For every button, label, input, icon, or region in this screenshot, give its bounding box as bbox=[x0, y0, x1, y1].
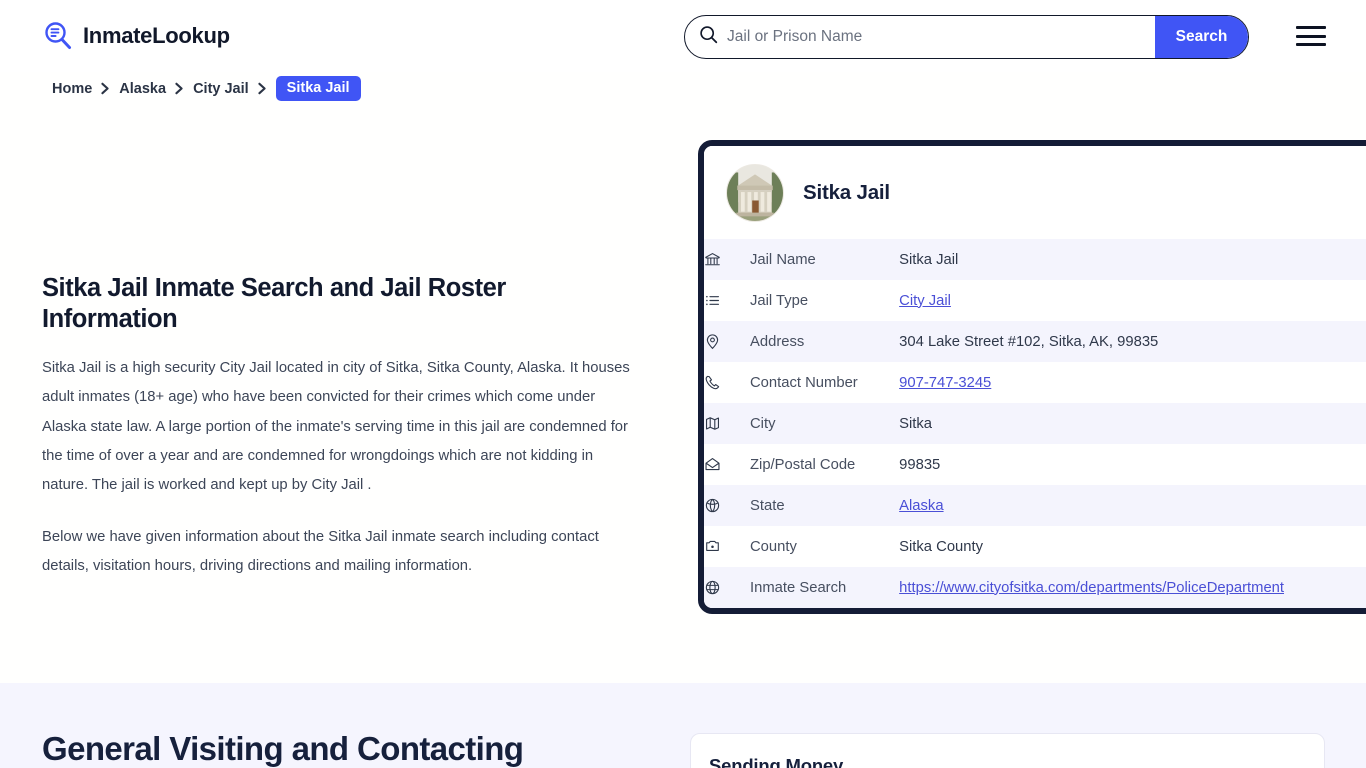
hamburger-bar bbox=[1296, 43, 1326, 46]
search-bar[interactable]: Search bbox=[684, 15, 1249, 59]
bank-building-icon bbox=[704, 239, 750, 280]
chevron-right-icon bbox=[100, 82, 111, 95]
row-value: https://www.cityofsitka.com/departments/… bbox=[899, 567, 1366, 608]
inmate-search-link[interactable]: https://www.cityofsitka.com/departments/… bbox=[899, 580, 1284, 596]
row-label: Address bbox=[750, 333, 805, 350]
hamburger-menu-icon[interactable] bbox=[1296, 24, 1326, 48]
jail-info-card-header: Sitka Jail bbox=[704, 146, 1366, 239]
table-row: Inmate Search https://www.cityofsitka.co… bbox=[704, 567, 1366, 608]
breadcrumb-item-home[interactable]: Home bbox=[52, 81, 92, 97]
county-badge-icon bbox=[704, 526, 750, 567]
row-value: Sitka Jail bbox=[899, 251, 959, 268]
page-title: Sitka Jail Inmate Search and Jail Roster… bbox=[42, 274, 506, 333]
page-root: InmateLookup Search Home Alaska bbox=[0, 0, 1366, 768]
jail-info-card-title: Sitka Jail bbox=[803, 181, 890, 204]
chevron-right-icon bbox=[174, 82, 185, 95]
breadcrumb: Home Alaska City Jail Sitka Jail bbox=[52, 76, 361, 101]
row-value: 304 Lake Street #102, Sitka, AK, 99835 bbox=[899, 333, 1159, 350]
brand-logo-link[interactable]: InmateLookup bbox=[42, 20, 230, 52]
list-icon bbox=[704, 280, 750, 321]
globe-icon bbox=[704, 567, 750, 608]
state-link[interactable]: Alaska bbox=[899, 498, 943, 514]
row-label: Inmate Search bbox=[750, 579, 847, 596]
search-input[interactable] bbox=[718, 16, 1155, 58]
row-label: State bbox=[750, 497, 785, 514]
map-icon bbox=[704, 403, 750, 444]
magnifier-list-icon bbox=[42, 20, 74, 52]
sending-money-card: Sending Money bbox=[690, 733, 1325, 768]
table-row: Jail Type City Jail bbox=[704, 280, 1366, 321]
jail-details-table: Jail Name Sitka Jail Jail Type City Jail… bbox=[704, 239, 1366, 608]
visiting-section-heading: General Visiting and Contacting bbox=[42, 730, 524, 767]
row-value: City Jail bbox=[899, 280, 1366, 321]
contact-number-link[interactable]: 907-747-3245 bbox=[899, 375, 991, 391]
hamburger-bar bbox=[1296, 34, 1326, 38]
row-label: Jail Name bbox=[750, 251, 816, 268]
sending-money-title: Sending Money bbox=[709, 755, 844, 768]
table-row: Contact Number 907-747-3245 bbox=[704, 362, 1366, 403]
table-row: County Sitka County bbox=[704, 526, 1366, 567]
article-paragraph-2: Below we have given information about th… bbox=[42, 528, 599, 574]
row-label: Zip/Postal Code bbox=[750, 456, 856, 473]
breadcrumb-item-current: Sitka Jail bbox=[275, 76, 361, 101]
table-row: State Alaska bbox=[704, 485, 1366, 526]
table-row: Zip/Postal Code 99835 bbox=[704, 444, 1366, 485]
hamburger-bar bbox=[1296, 26, 1326, 29]
phone-icon bbox=[704, 362, 750, 403]
breadcrumb-item-city-jail[interactable]: City Jail bbox=[193, 81, 249, 97]
breadcrumb-item-alaska[interactable]: Alaska bbox=[119, 81, 166, 97]
globe-pin-icon bbox=[704, 485, 750, 526]
table-row: City Sitka bbox=[704, 403, 1366, 444]
courthouse-building-photo bbox=[726, 164, 784, 222]
search-icon bbox=[699, 25, 718, 49]
jail-type-link[interactable]: City Jail bbox=[899, 293, 951, 309]
row-value: Alaska bbox=[899, 485, 1366, 526]
article-paragraph-1: Sitka Jail is a high security City Jail … bbox=[42, 360, 630, 494]
row-label: County bbox=[750, 538, 797, 555]
row-value: 907-747-3245 bbox=[899, 362, 1366, 403]
envelope-icon bbox=[704, 444, 750, 485]
table-row: Address 304 Lake Street #102, Sitka, AK,… bbox=[704, 321, 1366, 362]
row-value: 99835 bbox=[899, 456, 941, 473]
brand-name: InmateLookup bbox=[83, 23, 230, 48]
table-row: Jail Name Sitka Jail bbox=[704, 239, 1366, 280]
jail-info-card: Sitka Jail Jail Name Sitka Jail Jail Typ… bbox=[698, 140, 1366, 614]
row-value: Sitka County bbox=[899, 538, 984, 555]
row-label: City bbox=[750, 415, 776, 432]
row-value: Sitka bbox=[899, 415, 933, 432]
row-label: Jail Type bbox=[750, 292, 809, 309]
map-pin-icon bbox=[704, 321, 750, 362]
article-section: Sitka Jail Inmate Search and Jail Roster… bbox=[42, 273, 642, 581]
search-button[interactable]: Search bbox=[1155, 16, 1248, 58]
site-header: InmateLookup Search bbox=[0, 0, 1366, 72]
chevron-right-icon bbox=[257, 82, 268, 95]
row-label: Contact Number bbox=[750, 374, 858, 391]
